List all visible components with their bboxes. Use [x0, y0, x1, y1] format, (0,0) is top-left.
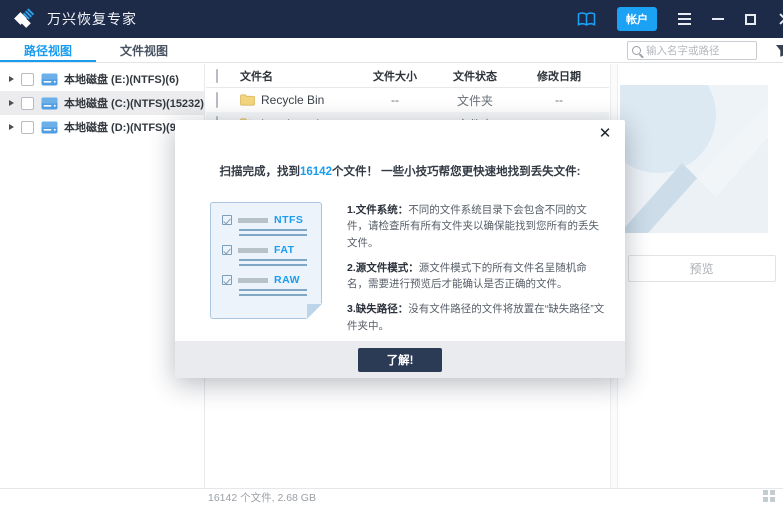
drive-label: 本地磁盘 (D:)(NTFS)(904) [64, 119, 192, 135]
app-logo-icon [12, 6, 38, 32]
checkbox-icon [222, 245, 232, 255]
filesystem-illustration: NTFS FAT RAW [210, 202, 322, 319]
filesystem-label-fat: FAT [274, 244, 295, 256]
ok-button[interactable]: 了解! [358, 348, 442, 372]
titlebar: 万兴恢复专家 帐户 [0, 0, 783, 38]
dialog-footer: 了解! [175, 341, 625, 378]
sidebar-item-drive-c[interactable]: 本地磁盘 (C:)(NTFS)(15232) [0, 91, 204, 115]
file-name: Recycle Bin [261, 93, 324, 107]
search-input[interactable] [646, 45, 752, 57]
status-bar: 16142 个文件, 2.68 GB [0, 488, 783, 505]
expand-arrow-icon[interactable] [9, 100, 14, 106]
filesystem-label-ntfs: NTFS [274, 214, 303, 226]
resize-grip-icon[interactable] [763, 490, 775, 502]
preview-placeholder-image [620, 85, 768, 233]
filter-icon[interactable] [775, 44, 783, 62]
dialog-title: 扫描完成，找到16142个文件！ 一些小技巧帮您更快速地找到丢失文件: [175, 163, 625, 179]
minimize-button[interactable] [712, 18, 724, 20]
disk-icon [41, 97, 58, 110]
scan-complete-dialog: ✕ 扫描完成，找到16142个文件！ 一些小技巧帮您更快速地找到丢失文件: NT… [175, 120, 625, 378]
tip-item: 2.源文件模式：源文件模式下的所有文件名呈随机命名，需要进行预览后才能确认是否正… [347, 260, 607, 293]
drive-c-checkbox[interactable] [21, 97, 34, 110]
found-file-count: 16142 [300, 166, 332, 178]
table-row[interactable]: Recycle Bin -- 文件夹 -- [206, 88, 609, 112]
column-size[interactable]: 文件大小 [355, 68, 435, 84]
account-button[interactable]: 帐户 [617, 7, 657, 31]
disk-icon [41, 121, 58, 134]
close-button[interactable] [777, 12, 783, 26]
drive-label: 本地磁盘 (E:)(NTFS)(6) [64, 71, 179, 87]
tab-file-view[interactable]: 文件视图 [96, 38, 192, 62]
search-box[interactable] [627, 41, 757, 60]
app-title: 万兴恢复专家 [47, 9, 137, 29]
expand-arrow-icon[interactable] [9, 124, 14, 130]
drive-e-checkbox[interactable] [21, 73, 34, 86]
file-count-summary: 16142 个文件, 2.68 GB [208, 490, 316, 505]
menu-icon[interactable] [678, 13, 691, 25]
file-list-header: 文件名 文件大小 文件状态 修改日期 [206, 64, 609, 88]
expand-arrow-icon[interactable] [9, 76, 14, 82]
file-date: -- [515, 93, 603, 107]
row-checkbox[interactable] [216, 92, 218, 108]
disk-icon [41, 73, 58, 86]
preview-button[interactable]: 预览 [628, 255, 776, 282]
sidebar-item-drive-e[interactable]: 本地磁盘 (E:)(NTFS)(6) [0, 67, 204, 91]
tab-path-view[interactable]: 路径视图 [0, 38, 96, 62]
column-name[interactable]: 文件名 [240, 68, 355, 84]
tip-item: 3.缺失路径：没有文件路径的文件将放置在“缺失路径”文件夹中。 [347, 301, 607, 334]
checkbox-icon [222, 275, 232, 285]
tip-item: 1.文件系统：不同的文件系统目录下会包含不同的文件，请检查所有所有文件夹以确保能… [347, 202, 607, 251]
select-all-checkbox[interactable] [216, 69, 218, 83]
filesystem-label-raw: RAW [274, 274, 300, 286]
preview-panel: 预览 [620, 64, 783, 488]
search-icon [632, 46, 641, 55]
dialog-close-icon[interactable]: ✕ [598, 127, 612, 141]
drive-label: 本地磁盘 (C:)(NTFS)(15232) [64, 95, 204, 111]
folder-icon [240, 94, 255, 106]
checkbox-icon [222, 215, 232, 225]
sidebar-item-drive-d[interactable]: 本地磁盘 (D:)(NTFS)(904) [0, 115, 204, 139]
file-size: -- [355, 93, 435, 107]
view-tabbar: 路径视图 文件视图 [0, 38, 783, 63]
column-date[interactable]: 修改日期 [515, 68, 603, 84]
guide-book-icon[interactable] [577, 12, 596, 27]
maximize-button[interactable] [745, 14, 756, 25]
drive-d-checkbox[interactable] [21, 121, 34, 134]
column-status[interactable]: 文件状态 [435, 68, 515, 84]
file-status: 文件夹 [435, 92, 515, 109]
tips-list: 1.文件系统：不同的文件系统目录下会包含不同的文件，请检查所有所有文件夹以确保能… [347, 202, 607, 343]
